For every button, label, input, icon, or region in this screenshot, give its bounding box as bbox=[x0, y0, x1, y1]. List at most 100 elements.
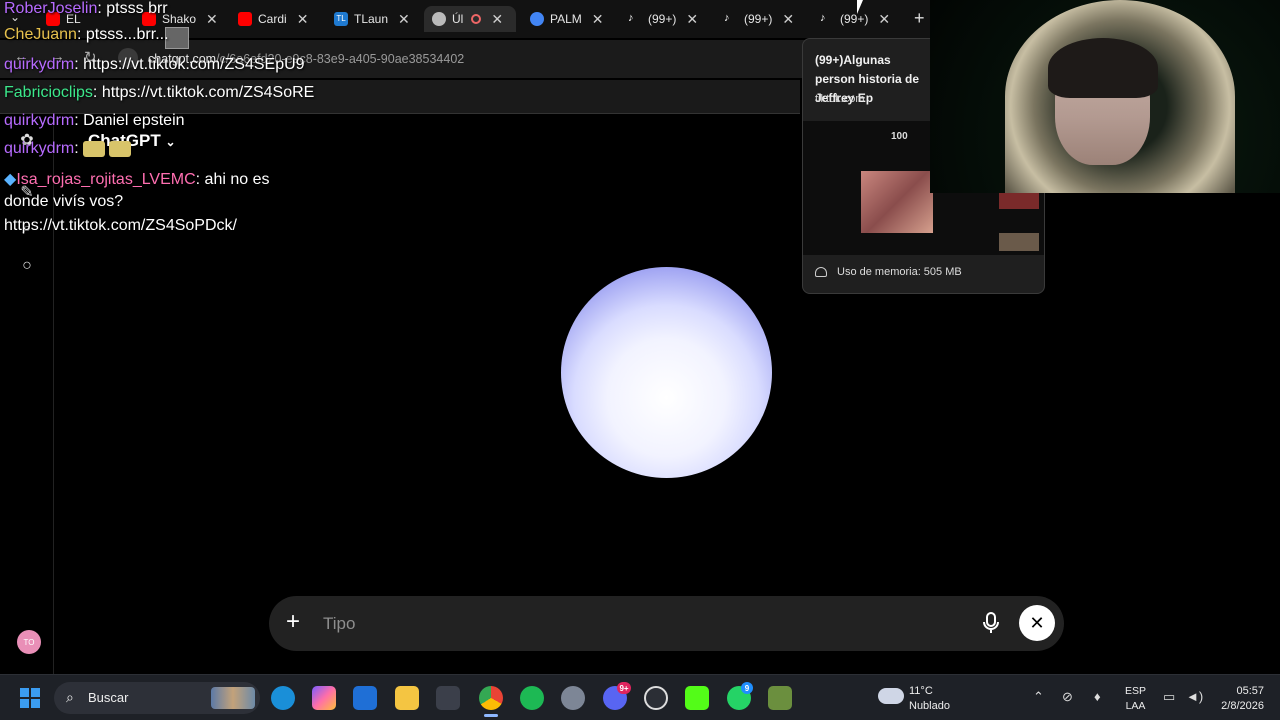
voice-mode-orb bbox=[561, 267, 772, 478]
edge-icon[interactable] bbox=[271, 686, 295, 710]
new-tab-button[interactable]: + bbox=[914, 8, 925, 29]
weather-temp: 11°C bbox=[909, 685, 933, 697]
chat-message: CheJuann: ptsss...brr... bbox=[4, 26, 169, 44]
thumb-side-image bbox=[999, 233, 1039, 251]
chat-text: : https://vt.tiktok.com/ZS4SoRE bbox=[92, 84, 315, 101]
chat-username: quirkydrm bbox=[4, 112, 75, 129]
chat-message: https://vt.tiktok.com/ZS4SoPDck/ bbox=[4, 217, 237, 235]
gauge-icon bbox=[815, 267, 827, 277]
chat-message: ◆Isa_rojas_rojitas_LVEMC: ahi no es bbox=[4, 169, 269, 189]
close-tab-icon[interactable]: ✕ bbox=[782, 11, 794, 28]
tab-3[interactable]: Cardi ✕ bbox=[238, 6, 318, 32]
webcam-hair bbox=[1048, 38, 1158, 98]
spotify-icon[interactable] bbox=[520, 686, 544, 710]
tab-label: (99+) bbox=[840, 12, 869, 26]
microphone-icon[interactable] bbox=[983, 612, 1001, 634]
language-indicator[interactable]: ESP LAA bbox=[1125, 684, 1146, 714]
network-icon[interactable]: ▭ bbox=[1163, 689, 1175, 705]
clock[interactable]: 05:57 2/8/2026 bbox=[1212, 684, 1264, 714]
chat-text: : ptsss brr bbox=[97, 0, 168, 17]
hover-card-host: tiktok.com bbox=[815, 93, 865, 105]
tab-chatgpt-active[interactable]: Úl ✕ bbox=[424, 6, 516, 32]
recording-icon bbox=[471, 14, 482, 24]
close-tab-icon[interactable]: ✕ bbox=[592, 11, 604, 28]
chat-text: : ptsss...brr... bbox=[76, 26, 169, 43]
chat-message: quirkydrm: https://vt.tiktok.com/ZS4SEpU… bbox=[4, 56, 305, 74]
kick-icon[interactable] bbox=[685, 686, 709, 710]
tab-7[interactable]: ♪ (99+) ✕ bbox=[628, 6, 708, 32]
tab-label: (99+) bbox=[648, 12, 677, 26]
close-tab-icon[interactable]: ✕ bbox=[398, 11, 410, 28]
tab-label: Úl bbox=[452, 12, 464, 26]
chat-username: quirkydrm bbox=[4, 56, 75, 73]
youtube-icon bbox=[238, 12, 252, 26]
weather-widget[interactable]: 11°C Nublado bbox=[909, 684, 950, 714]
minecraft-icon[interactable] bbox=[768, 686, 792, 710]
end-voice-button[interactable]: ✕ bbox=[1019, 605, 1055, 641]
tab-label: (99+) bbox=[744, 12, 773, 26]
outlook-icon[interactable] bbox=[353, 686, 377, 710]
chevron-up-icon[interactable]: ⌃ bbox=[1033, 689, 1044, 705]
chat-text: : Daniel epstein bbox=[74, 112, 185, 129]
store-icon[interactable] bbox=[436, 686, 460, 710]
tab-6[interactable]: PALM ✕ bbox=[530, 6, 610, 32]
tiktok-icon: ♪ bbox=[820, 12, 826, 24]
taskbar-search-label: Buscar bbox=[88, 690, 129, 705]
cloud-icon[interactable] bbox=[878, 688, 904, 704]
tab-label: PALM bbox=[550, 12, 582, 26]
language-primary: ESP bbox=[1125, 685, 1147, 697]
date: 2/8/2026 bbox=[1221, 700, 1264, 712]
chat-username: quirkydrm bbox=[4, 140, 75, 157]
chat-message: RoberJoselin: ptsss brr bbox=[4, 0, 168, 18]
chevron-down-icon: ⌄ bbox=[165, 135, 176, 149]
emote-icon bbox=[83, 140, 106, 157]
chatgpt-icon bbox=[432, 12, 446, 26]
volume-icon[interactable]: ◄) bbox=[1186, 689, 1203, 704]
thumb-image bbox=[861, 171, 933, 233]
settings-gear-icon[interactable] bbox=[561, 686, 585, 710]
chrome-icon[interactable] bbox=[479, 686, 503, 710]
memory-usage: Uso de memoria: 505 MB bbox=[815, 266, 962, 278]
voice-composer bbox=[269, 596, 1064, 651]
add-attachment-icon[interactable]: + bbox=[286, 610, 300, 634]
chat-bubble-icon[interactable]: ○ bbox=[17, 257, 37, 277]
chat-message: quirkydrm: Daniel epstein bbox=[4, 112, 185, 130]
search-highlight-image bbox=[211, 687, 255, 709]
thumb-side-image bbox=[999, 193, 1039, 209]
emote-icon bbox=[109, 140, 132, 157]
close-icon: ✕ bbox=[1029, 612, 1045, 633]
active-app-indicator bbox=[484, 714, 498, 717]
chat-text: : bbox=[74, 140, 79, 157]
tab-label: TLaun bbox=[354, 12, 389, 26]
tab-4[interactable]: TL TLaun ✕ bbox=[334, 6, 414, 32]
close-tab-icon[interactable]: ✕ bbox=[686, 11, 698, 28]
avatar[interactable]: TO bbox=[17, 630, 41, 654]
windows-start-icon[interactable] bbox=[20, 688, 40, 708]
mouse-cursor-icon bbox=[857, 0, 869, 14]
close-tab-icon[interactable]: ✕ bbox=[297, 11, 309, 28]
chat-text: : ahi no es bbox=[195, 171, 270, 188]
chat-message: Fabricioclips: https://vt.tiktok.com/ZS4… bbox=[4, 84, 314, 102]
obs-icon[interactable] bbox=[644, 686, 668, 710]
weather-desc: Nublado bbox=[909, 700, 950, 712]
tab-label: Cardi bbox=[258, 12, 287, 26]
composer-input[interactable]: Tipo bbox=[323, 614, 355, 634]
close-tab-icon[interactable]: ✕ bbox=[206, 11, 218, 28]
language-secondary: LAA bbox=[1125, 700, 1146, 712]
chat-username: Isa_rojas_rojitas_LVEMC bbox=[16, 171, 196, 188]
chat-username: CheJuann bbox=[4, 26, 77, 43]
discord-badge: 9+ bbox=[617, 682, 631, 694]
mic-tray-icon[interactable]: ♦ bbox=[1094, 689, 1101, 704]
thumb-logo: 100 bbox=[891, 131, 908, 142]
badge-icon: ◆ bbox=[4, 171, 17, 188]
file-explorer-icon[interactable] bbox=[395, 686, 419, 710]
tab-8[interactable]: ♪ (99+) ✕ bbox=[724, 6, 804, 32]
close-tab-icon[interactable]: ✕ bbox=[491, 11, 503, 28]
tiktok-icon: ♪ bbox=[628, 12, 634, 24]
chat-text: : https://vt.tiktok.com/ZS4SEpU9 bbox=[74, 56, 305, 73]
tiktok-icon: ♪ bbox=[724, 12, 730, 24]
close-tab-icon[interactable]: ✕ bbox=[878, 11, 890, 28]
cloud-off-icon[interactable]: ⊘ bbox=[1062, 689, 1073, 705]
copilot-icon[interactable] bbox=[312, 686, 336, 710]
google-icon bbox=[530, 12, 544, 26]
